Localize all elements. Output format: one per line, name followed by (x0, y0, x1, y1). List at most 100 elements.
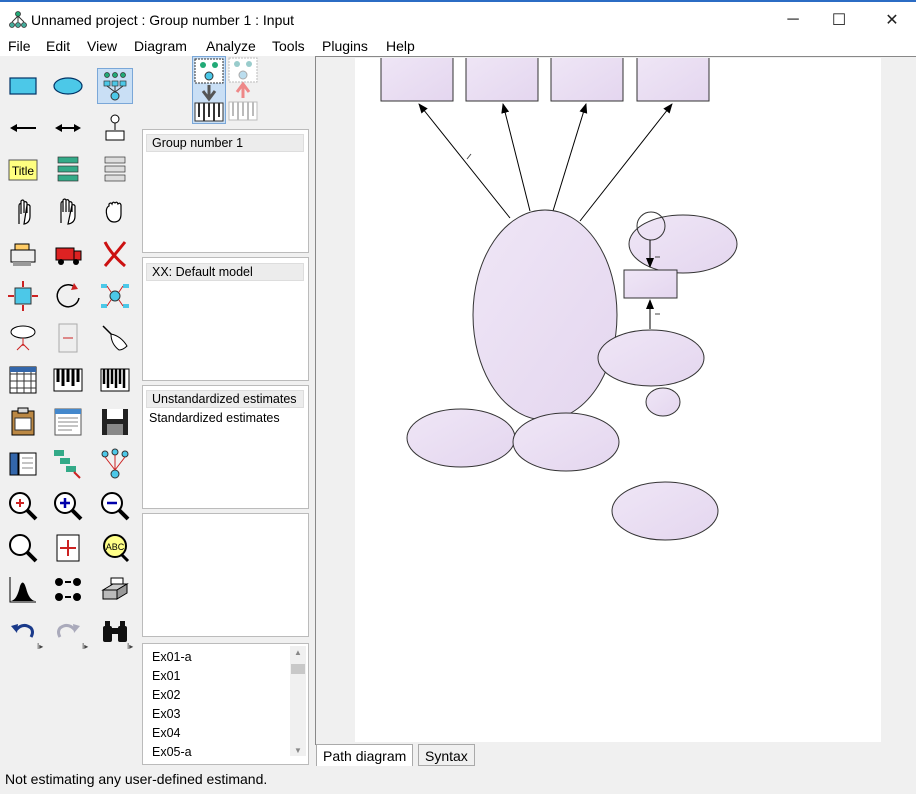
erase-objects-icon[interactable] (97, 236, 133, 272)
zoom-in-icon[interactable] (50, 488, 86, 524)
toolbox-scroll-arrow-icon[interactable]: I▸ (82, 642, 88, 651)
view-output-path-diagram-button[interactable] (227, 56, 259, 124)
drag-properties-icon[interactable] (50, 446, 86, 482)
observed-variable-box[interactable] (636, 54, 710, 102)
menu-view[interactable]: View (87, 38, 117, 54)
calculate-estimates-icon[interactable] (97, 362, 133, 398)
copy-to-clipboard-icon[interactable] (5, 404, 41, 440)
normal-distribution-icon[interactable] (5, 572, 41, 608)
regression-path-arrow[interactable] (501, 103, 531, 212)
touch-up-icon[interactable] (97, 320, 133, 356)
observed-variable-box[interactable] (380, 54, 454, 102)
preserve-symmetries-icon[interactable] (97, 446, 133, 482)
scroll-down-icon[interactable]: ▼ (294, 746, 302, 755)
file-item[interactable]: Ex01-a (152, 650, 192, 664)
observed-variable-box[interactable] (465, 54, 539, 102)
fit-to-page-icon[interactable] (50, 530, 86, 566)
observed-variable-box[interactable] (623, 269, 678, 299)
observed-variable-box[interactable] (550, 54, 624, 102)
latent-variable-ellipse[interactable] (406, 408, 516, 468)
group-item[interactable]: Group number 1 (146, 134, 304, 152)
latent-variable-ellipse[interactable] (472, 209, 618, 421)
latent-variable-ellipse[interactable] (628, 214, 738, 274)
latent-variable-ellipse[interactable] (512, 412, 620, 472)
maximize-button[interactable]: ☐ (816, 4, 862, 36)
menu-help[interactable]: Help (386, 38, 415, 54)
move-parameter-values-icon[interactable] (5, 320, 41, 356)
draw-path-icon[interactable] (5, 110, 41, 146)
save-icon[interactable] (97, 404, 133, 440)
title-tool-icon[interactable]: Title (5, 152, 41, 188)
select-one-object-icon[interactable] (5, 194, 41, 230)
menu-bar: File Edit View Diagram Analyze Tools Plu… (0, 36, 916, 56)
deselect-all-objects-icon[interactable] (97, 194, 133, 230)
menu-tools[interactable]: Tools (272, 38, 305, 54)
menu-edit[interactable]: Edit (46, 38, 70, 54)
menu-analyze[interactable]: Analyze (206, 38, 256, 54)
latent-variable-ellipse[interactable] (645, 387, 681, 417)
touch-up-text-icon[interactable]: ABC (97, 530, 133, 566)
scroll-up-icon[interactable]: ▲ (294, 648, 302, 657)
minimize-button[interactable]: ─ (770, 4, 816, 36)
tab-path-diagram[interactable]: Path diagram (316, 744, 414, 766)
select-data-files-icon[interactable] (5, 362, 41, 398)
view-input-path-diagram-button[interactable] (192, 56, 226, 124)
list-variables-in-model-icon[interactable] (50, 152, 86, 188)
svg-text:Title: Title (12, 164, 35, 178)
multiple-group-analysis-icon[interactable] (50, 572, 86, 608)
zoom-out-icon[interactable] (97, 488, 133, 524)
draw-covariance-icon[interactable] (50, 110, 86, 146)
svg-text:ABC: ABC (106, 542, 125, 552)
computations-summary-panel (142, 513, 309, 637)
model-item[interactable]: XX: Default model (146, 263, 304, 281)
menu-file[interactable]: File (8, 38, 31, 54)
path-diagram-canvas[interactable] (355, 54, 881, 742)
list-variables-in-dataset-icon[interactable] (97, 152, 133, 188)
status-bar: Not estimating any user-defined estimand… (0, 766, 916, 794)
reposition-scroll-icon[interactable] (50, 320, 86, 356)
estimates-item-standardized[interactable]: Standardized estimates (149, 411, 280, 425)
menu-plugins[interactable]: Plugins (322, 38, 368, 54)
scroll-thumb[interactable] (291, 664, 305, 674)
regression-path-arrow[interactable] (552, 103, 588, 212)
view-page-icon[interactable] (5, 530, 41, 566)
file-item[interactable]: Ex02 (152, 688, 181, 702)
latent-variable-ellipse[interactable] (597, 329, 705, 387)
tab-syntax[interactable]: Syntax (418, 744, 475, 766)
object-properties-icon[interactable] (5, 446, 41, 482)
estimates-panel: Unstandardized estimates Standardized es… (142, 385, 309, 509)
select-all-objects-icon[interactable] (50, 194, 86, 230)
draw-latent-indicator-icon[interactable] (97, 68, 133, 104)
latent-variable-ellipse[interactable] (611, 481, 719, 541)
add-unique-variable-icon[interactable] (97, 110, 133, 146)
print-icon[interactable] (97, 572, 133, 608)
file-item[interactable]: Ex03 (152, 707, 181, 721)
redo-icon[interactable] (50, 614, 86, 650)
status-text: Not estimating any user-defined estimand… (5, 771, 268, 787)
rotate-indicators-icon[interactable] (50, 278, 86, 314)
toolbox-scroll-arrow-icon[interactable]: I▸ (127, 642, 133, 651)
path-weight-mark (466, 153, 472, 160)
file-item[interactable]: Ex04 (152, 726, 181, 740)
zoom-in-area-icon[interactable] (5, 488, 41, 524)
undo-icon[interactable] (5, 614, 41, 650)
view-output-icon (228, 57, 258, 121)
draw-observed-variable-icon[interactable] (5, 68, 41, 104)
regression-path-arrow[interactable] (579, 103, 673, 222)
regression-path-arrow[interactable] (418, 103, 511, 219)
close-button[interactable]: ✕ (869, 4, 915, 36)
navigation-panel: Group number 1 XX: Default model Unstand… (140, 56, 312, 766)
reflect-indicators-icon[interactable] (97, 278, 133, 314)
toolbox-scroll-arrow-icon[interactable]: I▸ (37, 642, 43, 651)
draw-unobserved-variable-icon[interactable] (50, 68, 86, 104)
menu-diagram[interactable]: Diagram (134, 38, 187, 54)
estimates-item-unstandardized[interactable]: Unstandardized estimates (146, 390, 304, 408)
change-shape-icon[interactable] (5, 278, 41, 314)
analysis-properties-icon[interactable] (50, 362, 86, 398)
view-text-icon[interactable] (50, 404, 86, 440)
file-item[interactable]: Ex01 (152, 669, 181, 683)
files-scrollbar[interactable]: ▲ ▼ (290, 646, 306, 756)
file-item[interactable]: Ex05-a (152, 745, 192, 759)
move-objects-icon[interactable] (50, 236, 86, 272)
duplicate-objects-icon[interactable] (5, 236, 41, 272)
